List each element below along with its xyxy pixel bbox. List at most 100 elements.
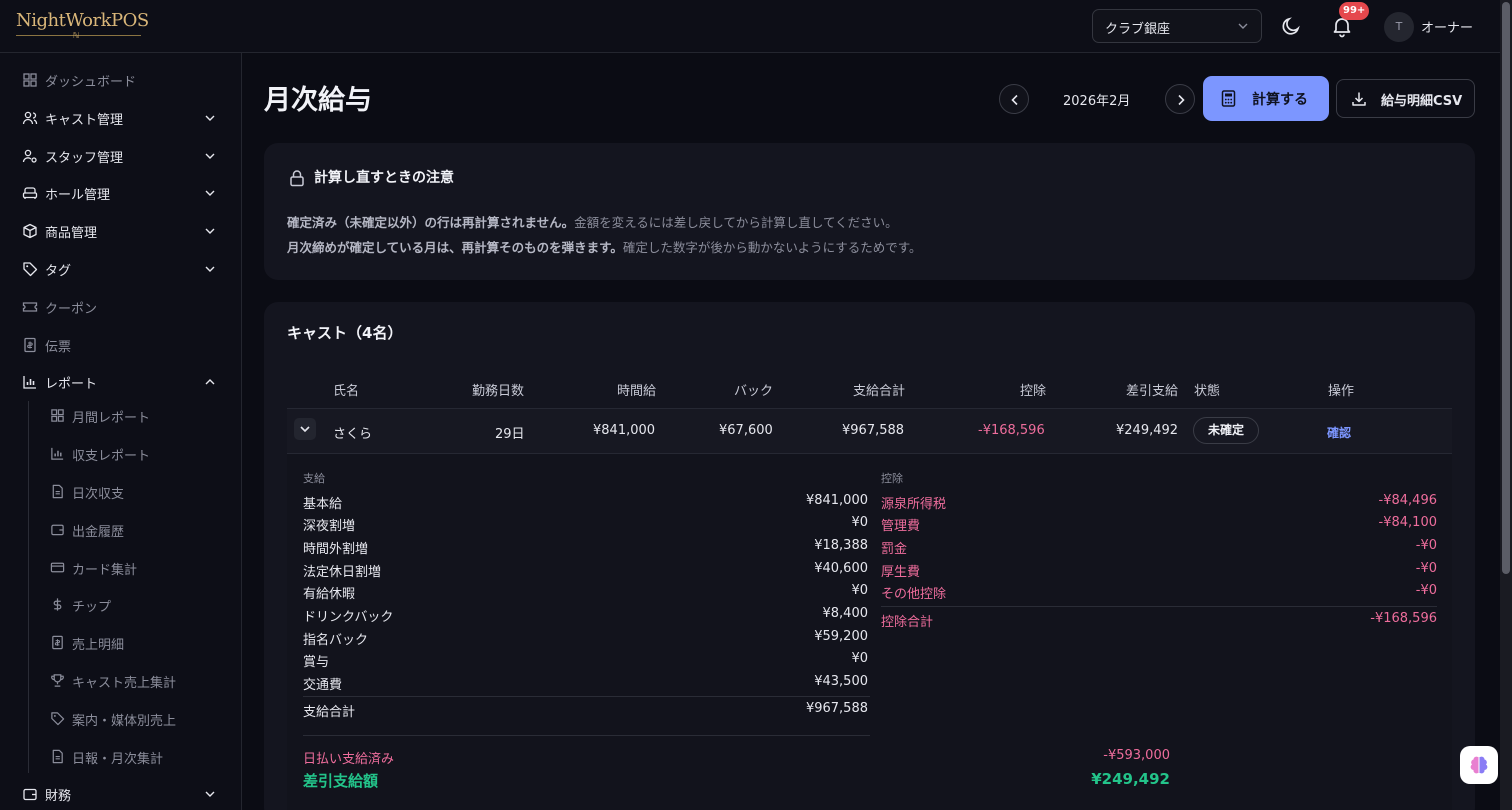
avatar[interactable]: T — [1384, 12, 1414, 42]
sidebar-subitem-label: 収支レポート — [72, 449, 151, 464]
receipt-icon — [24, 337, 36, 353]
app-logo[interactable]: NightWorkPOS ℕ — [16, 10, 149, 40]
cast-payroll-card: キャスト（4名） 氏名 勤務日数 時間給 バック 支給合計 控除 差引支給 状態… — [264, 302, 1475, 810]
pay-item-label: 深夜割増 — [303, 519, 356, 534]
sidebar-item-dashboard[interactable]: ダッシュボード — [22, 68, 222, 92]
sidebar-item-label: 伝票 — [45, 340, 72, 355]
sidebar-item-label: スタッフ管理 — [45, 151, 124, 166]
submenu-guide-line — [28, 401, 29, 773]
cell-hourly: ¥841,000 — [593, 423, 656, 438]
payslip-csv-label: 給与明細CSV — [1381, 94, 1463, 109]
pay-item-value: ¥18,388 — [814, 538, 868, 553]
sidebar-subitem-card-summary[interactable]: カード集計 — [50, 556, 220, 580]
chevron-down-icon — [205, 791, 215, 797]
column-header-hourly: 時間給 — [617, 384, 657, 399]
sidebar: ダッシュボード キャスト管理 スタッフ管理 ホール管理 商品管理 タグ クーポン… — [0, 53, 242, 810]
prev-month-button[interactable] — [999, 84, 1029, 114]
sidebar-item-finance[interactable]: 財務 — [22, 782, 222, 806]
cell-name: さくら — [333, 427, 373, 442]
scrollbar-thumb[interactable] — [1502, 2, 1510, 574]
sidebar-item-tags[interactable]: タグ — [22, 257, 222, 281]
logo-text: NightWorkPOS — [16, 10, 149, 31]
status-badge: 未確定 — [1193, 417, 1259, 444]
tag-icon — [51, 712, 65, 726]
ticket-icon — [22, 302, 38, 312]
payslip-csv-button[interactable]: 給与明細CSV — [1336, 79, 1475, 118]
receipt-icon — [52, 635, 63, 650]
sidebar-item-label: キャスト管理 — [45, 113, 124, 128]
column-header-gross: 支給合計 — [853, 384, 906, 399]
theme-toggle-button[interactable] — [1279, 14, 1303, 38]
sidebar-item-cast[interactable]: キャスト管理 — [22, 106, 222, 130]
deduction-item-value: -¥84,100 — [1378, 515, 1437, 530]
user-name[interactable]: オーナー — [1421, 17, 1473, 36]
grid-icon — [23, 73, 37, 87]
dollar-icon — [53, 598, 62, 611]
sidebar-subitem-label: 月間レポート — [72, 411, 151, 426]
sofa-icon — [22, 187, 38, 199]
chevron-right-icon — [1178, 94, 1185, 106]
pay-item-value: ¥0 — [851, 651, 868, 666]
sidebar-subitem-daily-balance[interactable]: 日次収支 — [50, 480, 220, 504]
notice-line-1-bold: 確定済み（未確定以外）の行は再計算されません。 — [287, 215, 575, 230]
cell-back: ¥67,600 — [719, 423, 773, 438]
deduction-total-label: 控除合計 — [881, 615, 934, 630]
confirm-link[interactable]: 確認 — [1327, 424, 1351, 441]
row-expand-button[interactable] — [294, 418, 316, 440]
calculate-button[interactable]: 計算する — [1203, 76, 1329, 121]
page-scrollbar[interactable] — [1500, 0, 1512, 810]
chevron-down-icon — [205, 266, 215, 272]
page-title: 月次給与 — [264, 85, 372, 116]
sidebar-subitem-label: 売上明細 — [72, 638, 125, 653]
sidebar-subitem-income-report[interactable]: 収支レポート — [50, 442, 220, 466]
store-select[interactable]: クラブ銀座 — [1092, 9, 1262, 43]
sidebar-subitem-monthly-report[interactable]: 月間レポート — [50, 404, 220, 428]
sidebar-item-label: タグ — [45, 264, 72, 279]
grid-icon — [51, 409, 64, 422]
column-header-name: 氏名 — [333, 384, 360, 399]
store-select-value: クラブ銀座 — [1105, 22, 1171, 37]
divider — [881, 606, 1437, 607]
file-icon — [52, 484, 63, 499]
chevron-down-icon — [300, 426, 310, 433]
sidebar-item-products[interactable]: 商品管理 — [22, 219, 222, 243]
card-icon — [50, 562, 65, 573]
column-header-action: 操作 — [1328, 384, 1355, 399]
chevron-up-icon — [205, 379, 215, 385]
sidebar-subitem-cast-sales[interactable]: キャスト売上集計 — [50, 669, 220, 693]
wallet-icon — [23, 788, 37, 801]
next-month-button[interactable] — [1165, 84, 1195, 114]
sidebar-item-label: 財務 — [45, 789, 72, 804]
assistant-button[interactable] — [1460, 746, 1498, 784]
net-pay-label: 差引支給額 — [303, 772, 379, 790]
column-header-deduction: 控除 — [1020, 384, 1047, 399]
users-icon — [22, 111, 38, 125]
deduction-item-label: その他控除 — [881, 587, 947, 602]
sidebar-item-hall[interactable]: ホール管理 — [22, 181, 222, 205]
pay-item-value: ¥0 — [851, 515, 868, 530]
chevron-down-icon — [205, 228, 215, 234]
notice-line-2: 月次締めが確定している月は、再計算そのものを弾きます。確定した数字が後から動かな… — [287, 237, 922, 256]
file-icon — [52, 749, 63, 764]
pay-item-value: ¥8,400 — [822, 606, 869, 621]
sidebar-subitem-label: 出金履歴 — [72, 525, 125, 540]
sidebar-subitem-daily-monthly[interactable]: 日報・月次集計 — [50, 745, 220, 769]
notice-title: 計算し直すときの注意 — [314, 170, 454, 186]
sidebar-subitem-withdrawals[interactable]: 出金履歴 — [50, 518, 220, 542]
notice-line-1: 確定済み（未確定以外）の行は再計算されません。金額を変えるには差し戻してから計算… — [287, 212, 898, 231]
sidebar-item-coupon[interactable]: クーポン — [22, 295, 222, 319]
top-bar: NightWorkPOS ℕ クラブ銀座 99+ T オーナー — [0, 0, 1500, 53]
sidebar-subitem-tips[interactable]: チップ — [50, 593, 220, 617]
cast-section-title: キャスト（4名） — [287, 324, 403, 342]
sidebar-subitem-sales-detail[interactable]: 売上明細 — [50, 631, 220, 655]
sidebar-subitem-media-sales[interactable]: 案内・媒体別売上 — [50, 707, 220, 731]
sidebar-item-slips[interactable]: 伝票 — [22, 333, 222, 357]
pay-total-value: ¥967,588 — [805, 701, 868, 716]
deduction-item-value: -¥0 — [1415, 538, 1437, 553]
column-header-status: 状態 — [1194, 384, 1221, 399]
pay-item-label: 法定休日割増 — [303, 565, 382, 580]
moon-icon — [1282, 17, 1300, 35]
sidebar-item-reports[interactable]: レポート — [22, 370, 222, 394]
bar-chart-icon — [23, 376, 36, 389]
sidebar-item-staff[interactable]: スタッフ管理 — [22, 144, 222, 168]
